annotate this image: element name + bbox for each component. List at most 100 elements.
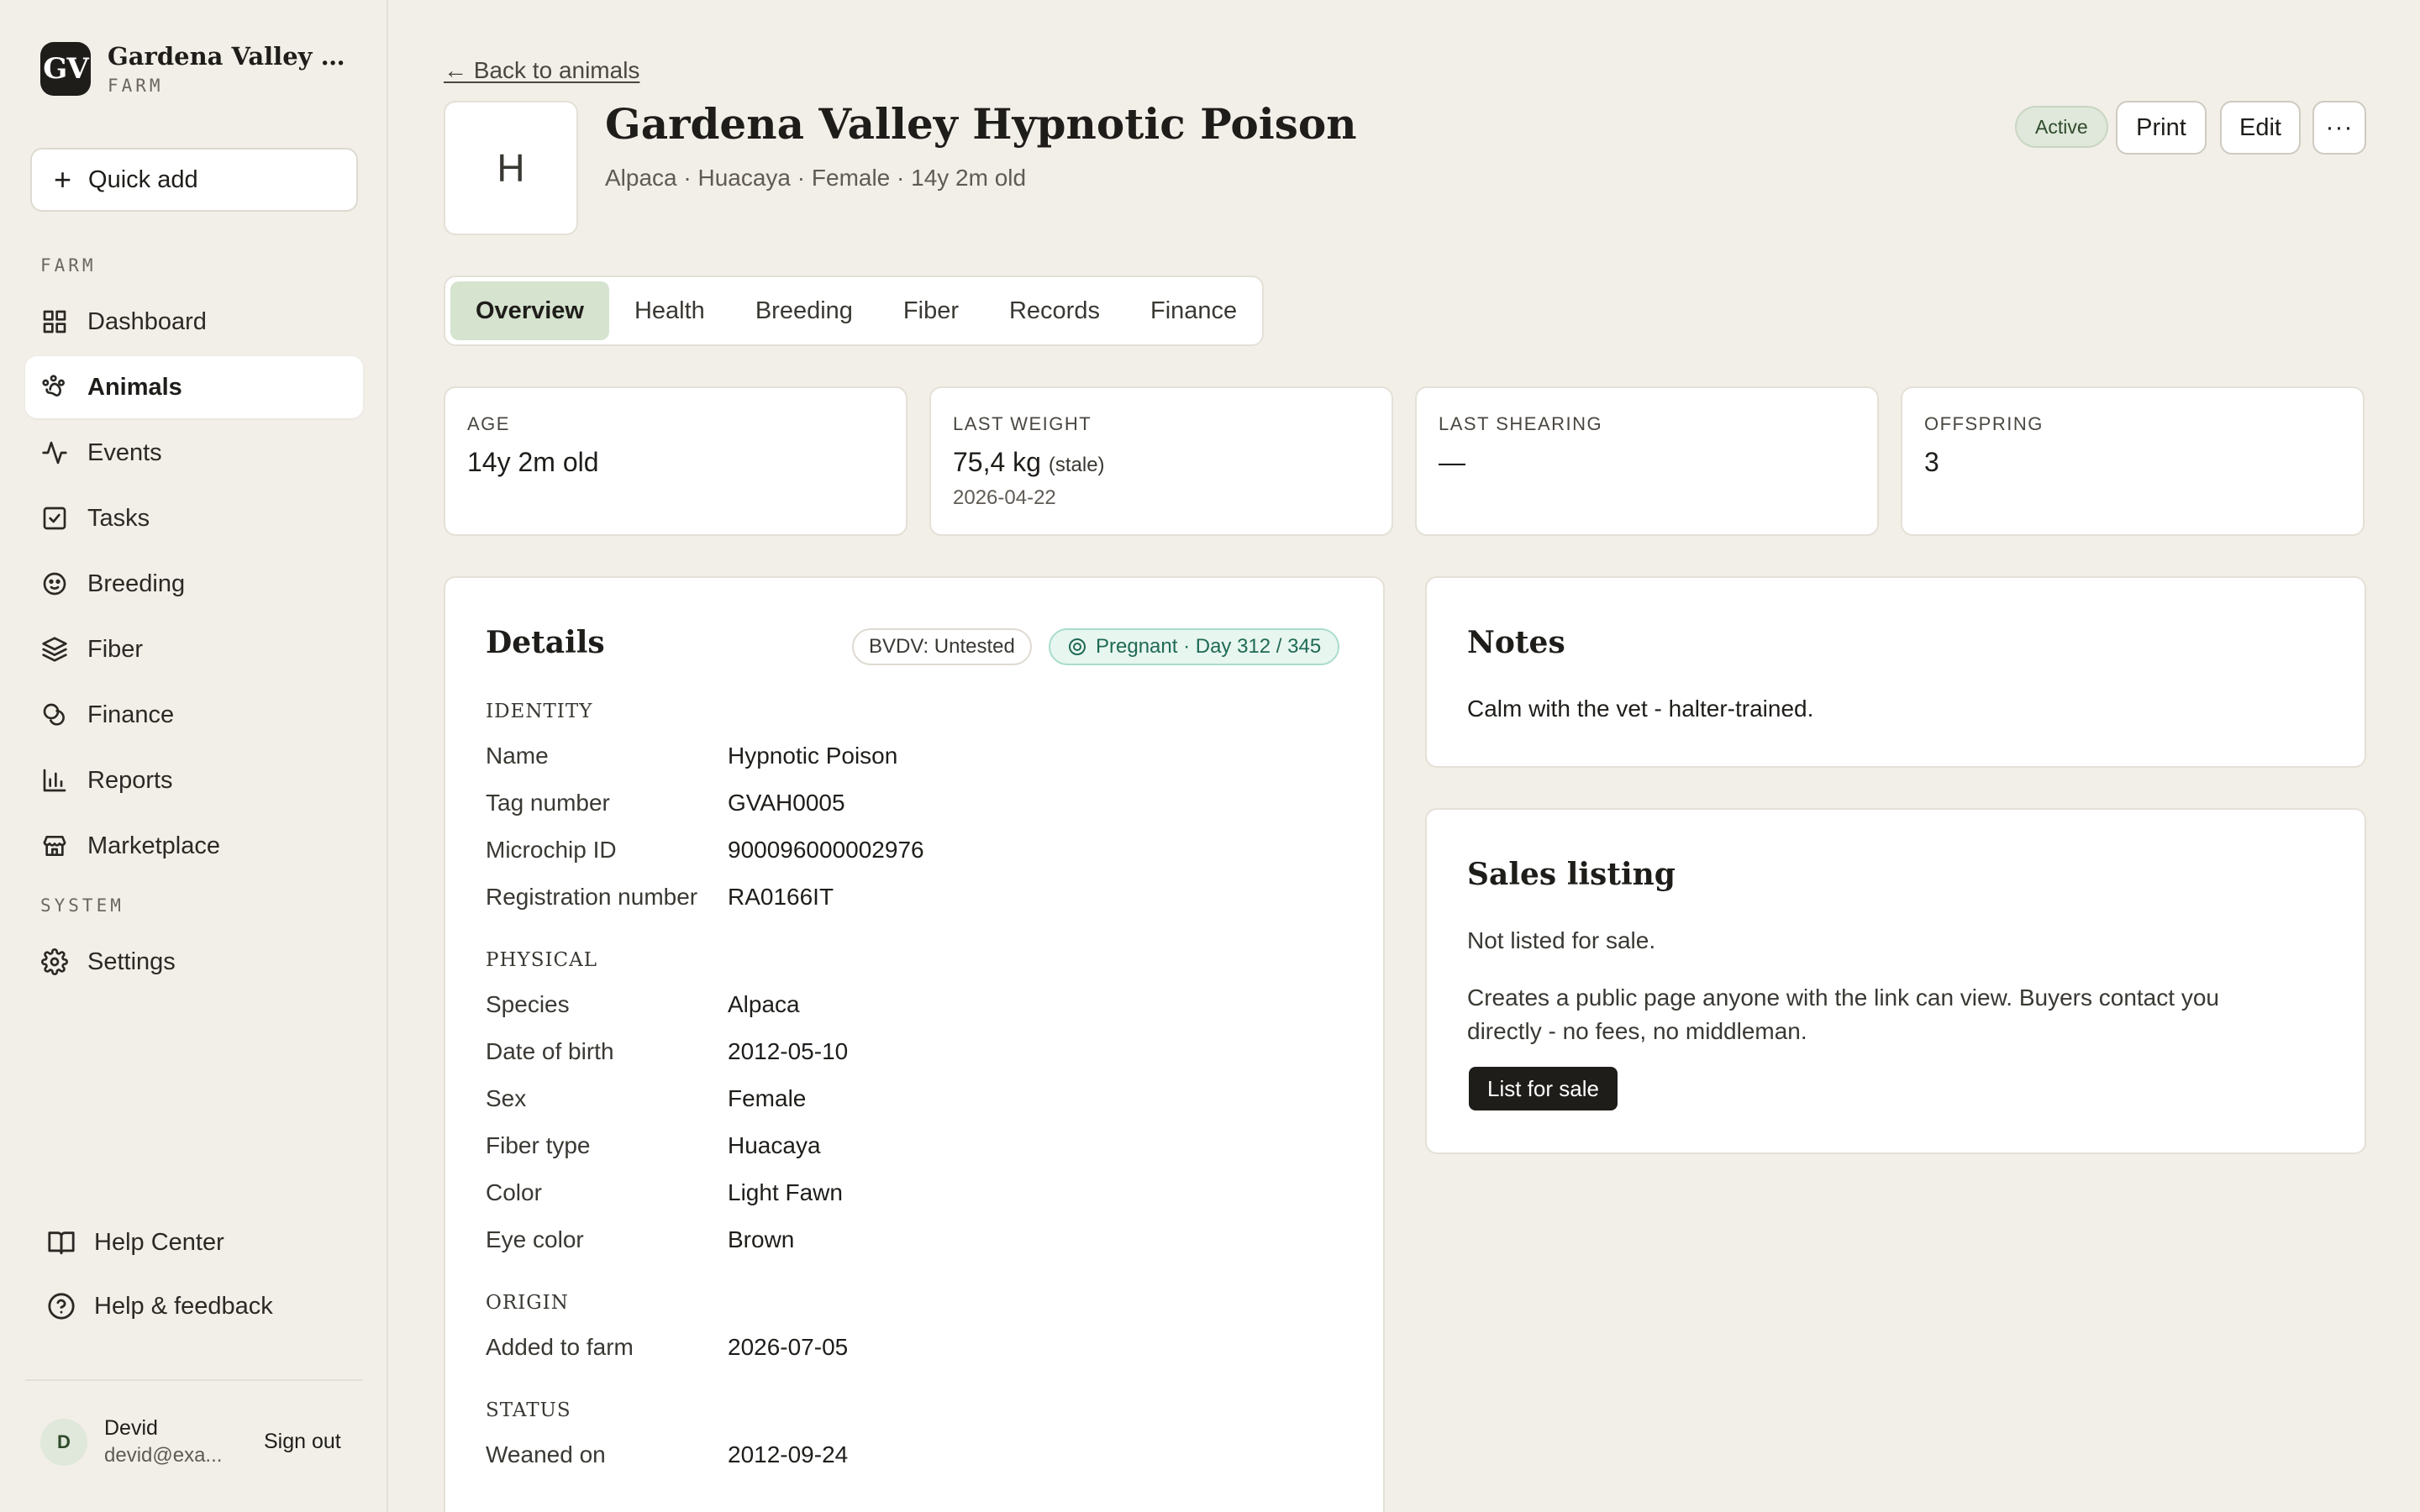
field-value-name: Hypnotic Poison bbox=[728, 743, 898, 769]
notes-title: Notes bbox=[1467, 625, 1565, 660]
field-label: Sex bbox=[486, 1085, 527, 1111]
weight-value: 75,4 kg bbox=[953, 447, 1041, 477]
quick-add-label: Quick add bbox=[88, 165, 198, 193]
brand-logo: GV bbox=[40, 42, 91, 96]
sales-title: Sales listing bbox=[1467, 857, 1676, 892]
help-feedback-label: Help & feedback bbox=[94, 1292, 273, 1320]
sidebar-item-finance[interactable]: Finance bbox=[25, 684, 363, 746]
stat-label: AGE bbox=[467, 413, 510, 434]
notes-text: Calm with the vet - halter-trained. bbox=[1467, 696, 1814, 722]
sidebar-item-label: Settings bbox=[87, 948, 176, 975]
stat-label: OFFSPRING bbox=[1924, 413, 2044, 434]
field-value-species: Alpaca bbox=[728, 991, 800, 1017]
group-heading-status: STATUS bbox=[486, 1399, 571, 1421]
field-value-eye-color: Brown bbox=[728, 1226, 795, 1252]
field-value-added: 2026-07-05 bbox=[728, 1334, 849, 1360]
gear-icon bbox=[40, 948, 69, 976]
sign-out-button[interactable]: Sign out bbox=[264, 1430, 341, 1454]
sidebar-item-dashboard[interactable]: Dashboard bbox=[25, 291, 363, 353]
stat-value: 75,4 kg (stale) bbox=[953, 447, 1370, 478]
paw-icon bbox=[40, 373, 69, 402]
back-to-animals-link[interactable]: ← Back to animals bbox=[444, 57, 639, 84]
field-label: Fiber type bbox=[486, 1132, 591, 1158]
store-icon bbox=[40, 832, 69, 860]
group-heading-origin: ORIGIN bbox=[486, 1292, 569, 1314]
help-center-label: Help Center bbox=[94, 1228, 224, 1256]
user-profile[interactable]: D Devid devid@exa... bbox=[40, 1416, 222, 1467]
stat-card-offspring: OFFSPRING 3 bbox=[1901, 386, 2365, 536]
print-button[interactable]: Print bbox=[2116, 101, 2207, 155]
stat-card-age: AGE 14y 2m old bbox=[444, 386, 908, 536]
sidebar-item-label: Events bbox=[87, 438, 162, 466]
details-card: Details BVDV: Untested Pregnant · Day 31… bbox=[444, 576, 1385, 1512]
page-title: Gardena Valley Hypnotic Poison bbox=[605, 99, 1357, 149]
help-feedback-link[interactable]: Help & feedback bbox=[47, 1292, 273, 1320]
group-heading-physical: PHYSICAL bbox=[486, 949, 598, 971]
field-label: Added to farm bbox=[486, 1334, 634, 1360]
field-label: Microchip ID bbox=[486, 837, 617, 863]
tab-overview[interactable]: Overview bbox=[450, 281, 609, 340]
tab-fiber[interactable]: Fiber bbox=[878, 281, 984, 340]
notes-card: Notes Calm with the vet - halter-trained… bbox=[1425, 576, 2366, 768]
field-label: Species bbox=[486, 991, 570, 1017]
user-email: devid@exa... bbox=[104, 1444, 223, 1467]
field-value-color: Light Fawn bbox=[728, 1179, 843, 1205]
sidebar-item-fiber[interactable]: Fiber bbox=[25, 618, 363, 680]
more-options-button[interactable]: ··· bbox=[2312, 101, 2366, 155]
sidebar-item-breeding[interactable]: Breeding bbox=[25, 553, 363, 615]
sidebar-item-label: Fiber bbox=[87, 635, 144, 663]
divider bbox=[25, 1379, 363, 1381]
tab-health[interactable]: Health bbox=[609, 281, 730, 340]
brand-subtitle: FARM bbox=[108, 76, 164, 96]
details-title: Details bbox=[486, 625, 605, 660]
brand-name: Gardena Valley Alp... bbox=[108, 42, 353, 71]
sidebar-item-label: Finance bbox=[87, 701, 175, 728]
sidebar-item-label: Animals bbox=[87, 373, 182, 401]
more-icon: ··· bbox=[2325, 113, 2354, 141]
help-center-link[interactable]: Help Center bbox=[47, 1228, 224, 1257]
field-label: Color bbox=[486, 1179, 542, 1205]
coins-icon bbox=[40, 701, 69, 729]
stat-card-last-weight: LAST WEIGHT 75,4 kg (stale) 2026-04-22 bbox=[929, 386, 1393, 536]
list-for-sale-button[interactable]: List for sale bbox=[1469, 1067, 1618, 1110]
sales-listing-card: Sales listing Not listed for sale. Creat… bbox=[1425, 808, 2366, 1154]
field-label: Tag number bbox=[486, 790, 610, 816]
brand[interactable]: GV Gardena Valley Alp... FARM bbox=[40, 42, 353, 96]
sidebar-item-tasks[interactable]: Tasks bbox=[25, 487, 363, 549]
field-label: Weaned on bbox=[486, 1441, 606, 1467]
sidebar-item-settings[interactable]: Settings bbox=[25, 931, 363, 993]
field-label: Registration number bbox=[486, 884, 698, 910]
grid-icon bbox=[40, 307, 69, 336]
layers-icon bbox=[40, 635, 69, 664]
sidebar-item-label: Marketplace bbox=[87, 832, 220, 859]
sidebar-item-label: Breeding bbox=[87, 570, 186, 597]
sidebar-item-marketplace[interactable]: Marketplace bbox=[25, 815, 363, 877]
pregnant-badge: Pregnant · Day 312 / 345 bbox=[1049, 628, 1340, 665]
stat-card-last-shearing: LAST SHEARING — bbox=[1415, 386, 1879, 536]
avatar: D bbox=[40, 1418, 87, 1466]
section-label-farm: FARM bbox=[40, 255, 97, 276]
stat-value: — bbox=[1439, 447, 1465, 477]
plus-icon: + bbox=[54, 162, 72, 197]
sidebar-item-reports[interactable]: Reports bbox=[25, 749, 363, 811]
field-label: Date of birth bbox=[486, 1038, 614, 1064]
tab-finance[interactable]: Finance bbox=[1125, 281, 1262, 340]
field-value-weaned: 2012-09-24 bbox=[728, 1441, 849, 1467]
quick-add-button[interactable]: + Quick add bbox=[30, 148, 358, 212]
checkbox-icon bbox=[40, 504, 69, 533]
tab-records[interactable]: Records bbox=[984, 281, 1125, 340]
book-icon bbox=[48, 1231, 75, 1255]
field-value-tag: GVAH0005 bbox=[728, 790, 845, 816]
stat-label: LAST WEIGHT bbox=[953, 413, 1092, 434]
sidebar: GV Gardena Valley Alp... FARM + Quick ad… bbox=[0, 0, 388, 1512]
edit-button[interactable]: Edit bbox=[2220, 101, 2301, 155]
tab-breeding[interactable]: Breeding bbox=[730, 281, 878, 340]
sidebar-item-events[interactable]: Events bbox=[25, 422, 363, 484]
field-value-microchip: 900096000002976 bbox=[728, 837, 924, 863]
field-value-sex: Female bbox=[728, 1085, 807, 1111]
weight-date: 2026-04-22 bbox=[953, 486, 1056, 509]
pregnant-label: Pregnant · Day 312 / 345 bbox=[1096, 635, 1322, 658]
field-value-registration: RA0166IT bbox=[728, 884, 834, 910]
animal-subtitle: Alpaca · Huacaya · Female · 14y 2m old bbox=[605, 165, 1027, 191]
sidebar-item-animals[interactable]: Animals bbox=[25, 356, 363, 418]
